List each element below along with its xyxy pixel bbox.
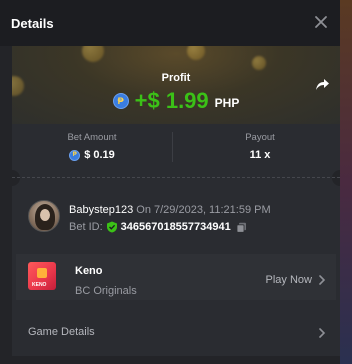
modal-header: Details <box>0 0 340 46</box>
bet-amount-value: $ 0.19 <box>84 149 115 161</box>
decorative-coin <box>187 46 205 60</box>
bet-stats: Bet Amount ₱ $ 0.19 Payout 11 x <box>12 124 340 170</box>
php-coin-icon: ₱ <box>112 93 129 109</box>
close-icon[interactable] <box>312 13 330 31</box>
game-name: Keno <box>75 265 103 277</box>
bet-id-line: Bet ID: 346567018557734941 <box>69 221 247 233</box>
payout-value: 11 x <box>249 149 271 161</box>
bet-date: On 7/29/2023, 11:21:59 PM <box>136 204 271 216</box>
copy-icon[interactable] <box>236 222 247 233</box>
game-details-label: Game Details <box>28 326 95 338</box>
keno-thumbnail: KENO <box>28 262 56 290</box>
chevron-right-icon <box>319 275 326 285</box>
play-now-label: Play Now <box>265 274 312 286</box>
verified-shield-icon <box>106 221 117 233</box>
game-row[interactable]: KENO Keno BC Originals Play Now <box>16 254 336 300</box>
modal-title: Details <box>11 16 54 31</box>
game-details-row[interactable]: Game Details <box>16 314 336 354</box>
bet-user-info: Babystep123 On 7/29/2023, 11:21:59 PM Be… <box>28 200 328 240</box>
keno-tile-icon <box>37 268 47 278</box>
ticket-notch-left <box>12 170 20 186</box>
share-icon[interactable] <box>314 76 330 92</box>
bet-amount-label: Bet Amount <box>67 132 117 143</box>
bet-card: Profit ₱ +$ 1.99 PHP Bet Amount ₱ $ 0.19… <box>12 46 340 356</box>
avatar[interactable] <box>28 200 60 232</box>
bet-id-label: Bet ID: <box>69 221 103 233</box>
php-coin-icon: ₱ <box>69 149 81 161</box>
decorative-coin <box>252 56 266 70</box>
profit-value: +$ 1.99 <box>134 88 209 113</box>
profit-amount-row: ₱ +$ 1.99 PHP <box>12 88 340 114</box>
keno-thumb-text: KENO <box>32 282 47 288</box>
game-provider: BC Originals <box>75 285 137 297</box>
profit-currency: PHP <box>214 96 240 110</box>
bet-amount-stat: Bet Amount ₱ $ 0.19 <box>12 132 172 161</box>
decorative-coin <box>82 46 104 62</box>
bet-amount-value-row: ₱ $ 0.19 <box>12 149 172 161</box>
profit-section: Profit ₱ +$ 1.99 PHP <box>12 46 340 124</box>
ticket-notch-right <box>332 170 340 186</box>
chevron-right-icon <box>319 328 326 338</box>
background-right-edge <box>340 0 352 364</box>
payout-stat: Payout 11 x <box>180 132 340 161</box>
bet-id-value: 346567018557734941 <box>120 221 231 233</box>
stat-divider <box>172 132 173 162</box>
ticket-perforation <box>12 177 340 178</box>
user-line: Babystep123 On 7/29/2023, 11:21:59 PM <box>69 204 271 216</box>
play-now-button[interactable]: Play Now <box>266 274 326 286</box>
payout-label: Payout <box>245 132 275 143</box>
profit-label: Profit <box>161 72 191 84</box>
username-link[interactable]: Babystep123 <box>69 204 133 216</box>
avatar-face <box>40 209 50 221</box>
details-modal: Details Profit ₱ +$ 1.99 PHP Bet Amount <box>0 0 340 364</box>
